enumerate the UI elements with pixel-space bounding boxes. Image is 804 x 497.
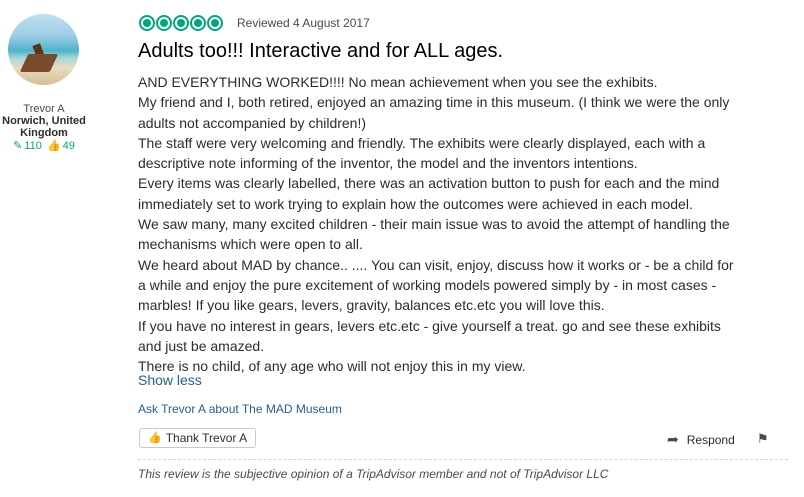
review-count: 110	[24, 140, 42, 152]
thank-button-label: Thank Trevor A	[165, 431, 248, 445]
rating-bubble	[190, 15, 206, 31]
helpful-votes-count: 49	[62, 140, 75, 152]
respond-button-label: Respond	[686, 432, 735, 447]
review-paragraph: If you have no interest in gears, levers…	[138, 317, 721, 354]
review-paragraph: AND EVERYTHING WORKED!!!! No mean achiev…	[138, 74, 658, 90]
rating-bubbles	[139, 15, 223, 31]
reply-arrow-icon: ➦	[667, 431, 679, 447]
reviewer-stats: ✎ 110 👍 49	[0, 140, 88, 152]
pencil-icon: ✎	[13, 140, 23, 152]
review-paragraph: The staff were very welcoming and friend…	[138, 134, 706, 172]
thank-button[interactable]: 👍 Thank Trevor A	[139, 428, 257, 448]
reviewer-location: Norwich, United Kingdom	[2, 115, 86, 139]
divider	[138, 459, 788, 460]
rating-bubble	[173, 15, 189, 31]
thumbs-up-icon: 👍	[148, 432, 162, 444]
avatar-chair-seat	[19, 54, 59, 72]
review-paragraph: There is no child, of any age who will n…	[138, 358, 526, 375]
ask-reviewer-link[interactable]: Ask Trevor A about The MAD Museum	[138, 402, 342, 416]
rating-bubble	[139, 15, 155, 31]
review-paragraph: We saw many, many excited children - the…	[138, 216, 730, 253]
reviewer-name[interactable]: Trevor A	[0, 103, 88, 115]
rating-bubble	[156, 15, 172, 31]
review-paragraph: My friend and I, both retired, enjoyed a…	[138, 94, 730, 131]
reviewer-info: Trevor A Norwich, United Kingdom ✎ 110 👍 4…	[0, 103, 88, 152]
review-title[interactable]: Adults too!!! Interactive and for ALL ag…	[138, 40, 503, 63]
review-paragraph: Every items was clearly labelled, there …	[138, 175, 720, 212]
disclaimer-text: This review is the subjective opinion of…	[138, 467, 609, 481]
flag-icon[interactable]: ⚑	[757, 431, 769, 447]
review-body: AND EVERYTHING WORKED!!!! No mean achiev…	[138, 72, 738, 376]
review-paragraph: We heard about MAD by chance.. .... You …	[138, 256, 734, 314]
show-less-link[interactable]: Show less	[138, 372, 202, 388]
avatar[interactable]	[8, 14, 79, 85]
respond-button[interactable]: ➦ Respond	[667, 431, 735, 448]
review-date: Reviewed 4 August 2017	[237, 16, 370, 30]
rating-bubble	[207, 15, 223, 31]
thumbs-up-icon: 👍	[46, 140, 61, 152]
